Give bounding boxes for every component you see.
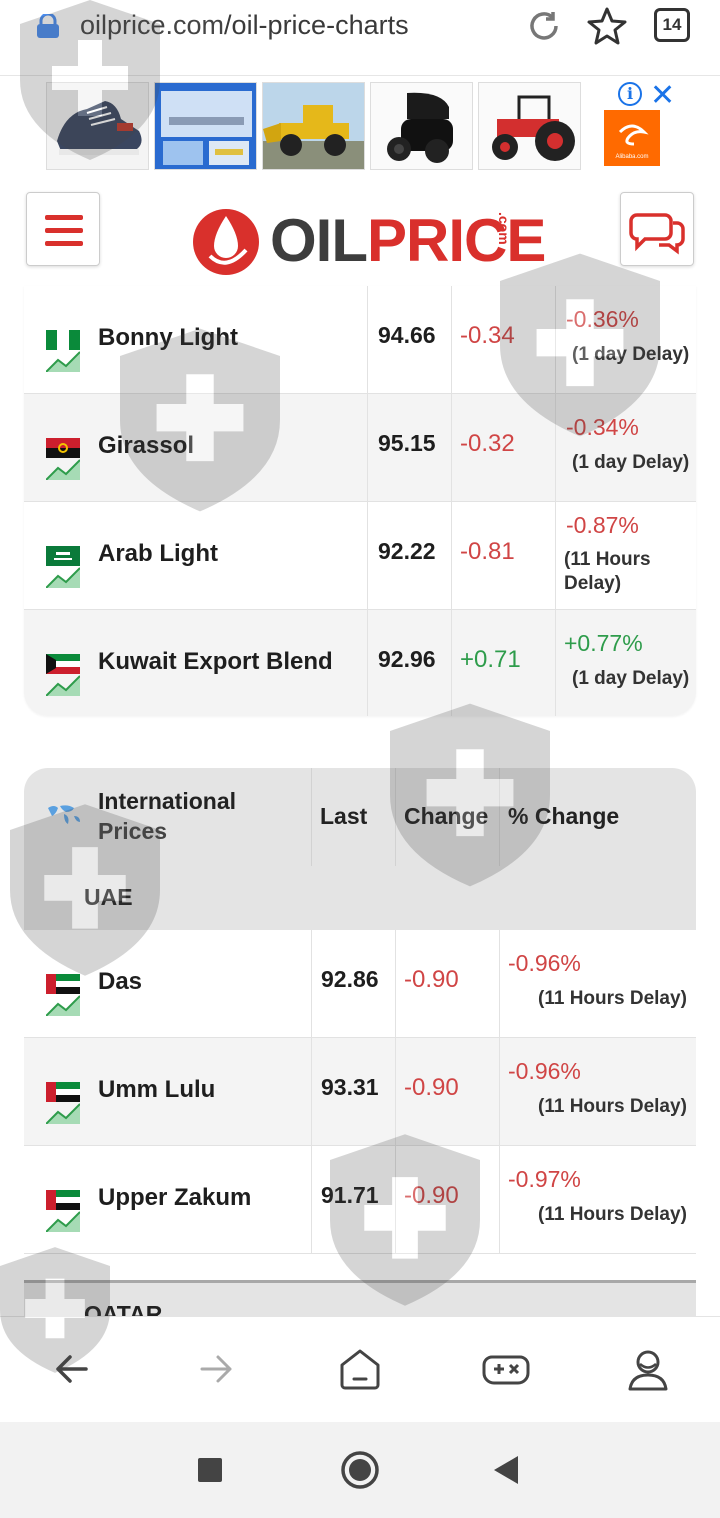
home-icon[interactable] — [338, 1347, 382, 1391]
ad-product-wheel-loader[interactable] — [262, 82, 365, 170]
ad-product-earbuds[interactable] — [370, 82, 473, 170]
sparkline-chart-icon[interactable] — [46, 670, 80, 696]
last-price: 92.96 — [378, 646, 436, 672]
percent-change: -0.36% — [566, 306, 639, 332]
ad-info-icon[interactable]: i — [618, 82, 642, 106]
url-text[interactable]: oilprice.com/oil-price-charts — [80, 10, 409, 41]
hamburger-menu-button[interactable] — [26, 192, 100, 266]
price-change: -0.90 — [404, 966, 459, 993]
price-change: -0.90 — [404, 1182, 459, 1209]
lock-icon — [37, 14, 59, 38]
price-change: -0.34 — [460, 322, 515, 349]
table-row[interactable]: Upper Zakum 91.71 -0.90 -0.97% (11 Hours… — [24, 1146, 696, 1254]
sparkline-chart-icon[interactable] — [46, 990, 80, 1016]
comments-button[interactable] — [620, 192, 694, 266]
international-prices-table: International Prices Last Change % Chang… — [24, 768, 696, 1316]
reload-icon[interactable] — [526, 8, 562, 44]
price-change: +0.71 — [460, 646, 521, 673]
back-triangle-icon[interactable] — [494, 1456, 518, 1484]
table-row[interactable]: Das 92.86 -0.90 -0.96% (11 Hours Delay) — [24, 930, 696, 1038]
column-header-pct-change[interactable]: % Change — [508, 803, 619, 830]
blend-name[interactable]: Girassol — [98, 432, 194, 460]
recents-square-icon[interactable] — [198, 1458, 222, 1482]
oil-drop-logo-icon — [193, 209, 259, 275]
svg-text:Alibaba.com: Alibaba.com — [615, 154, 648, 160]
forward-arrow-icon[interactable] — [194, 1347, 238, 1391]
bookmark-star-icon[interactable] — [586, 6, 628, 46]
last-price: 91.71 — [321, 1182, 379, 1208]
table-row[interactable]: Girassol 95.15 -0.32 -0.34% (1 day Delay… — [24, 394, 696, 502]
blend-name[interactable]: Arab Light — [98, 540, 218, 568]
percent-change: -0.97% — [508, 1166, 581, 1192]
tab-count-button[interactable]: 14 — [654, 8, 690, 42]
name-cell: Bonny Light — [24, 286, 368, 394]
blend-name[interactable]: Kuwait Export Blend — [98, 648, 333, 676]
price-change: -0.90 — [404, 1074, 459, 1101]
last-price: 92.86 — [321, 966, 379, 992]
ad-banner[interactable]: i ✕ Alibaba.com — [0, 76, 720, 180]
site-header: OILPRICE .com — [0, 180, 720, 286]
delay-note: (1 day Delay) — [572, 452, 690, 473]
crude-prices-table: Bonny Light 94.66 -0.34 -0.36% (1 day De… — [24, 286, 696, 716]
home-circle-icon[interactable] — [340, 1450, 380, 1490]
table-header: International Prices Last Change % Chang… — [24, 768, 696, 866]
sparkline-chart-icon[interactable] — [46, 346, 80, 372]
delay-note: (11 Hours Delay) — [564, 549, 651, 594]
delay-note: (11 Hours Delay) — [538, 988, 687, 1009]
browser-bottom-toolbar — [0, 1316, 720, 1422]
percent-change: -0.87% — [566, 512, 639, 538]
delay-note: (1 day Delay) — [572, 344, 690, 365]
price-change: -0.81 — [460, 538, 515, 565]
table-row[interactable]: Kuwait Export Blend 92.96 +0.71 +0.77% (… — [24, 610, 696, 716]
sparkline-chart-icon[interactable] — [46, 1206, 80, 1232]
blend-name[interactable]: Bonny Light — [98, 324, 238, 352]
back-arrow-icon[interactable] — [50, 1347, 94, 1391]
percent-change: -0.96% — [508, 1058, 581, 1084]
region-label: UAE — [84, 884, 133, 910]
address-bar[interactable]: oilprice.com/oil-price-charts 14 — [0, 0, 720, 76]
table-row[interactable]: Arab Light 92.22 -0.81 -0.87% (11 Hours … — [24, 502, 696, 610]
sparkline-chart-icon[interactable] — [46, 454, 80, 480]
region-label: QATAR — [84, 1301, 163, 1316]
last-price: 94.66 — [378, 322, 436, 348]
column-header-last[interactable]: Last — [320, 803, 367, 830]
ad-product-shoe[interactable] — [46, 82, 149, 170]
region-header-uae: UAE — [24, 866, 696, 930]
percent-change: -0.34% — [566, 414, 639, 440]
ad-close-icon[interactable]: ✕ — [650, 78, 675, 113]
table-title-line2: Prices — [98, 818, 168, 844]
blend-name[interactable]: Umm Lulu — [98, 1076, 215, 1104]
ad-product-tractor[interactable] — [478, 82, 581, 170]
ad-product-car-lift[interactable] — [154, 82, 257, 170]
price-change: -0.32 — [460, 430, 515, 457]
last-price: 95.15 — [378, 430, 436, 456]
delay-note: (11 Hours Delay) — [538, 1096, 687, 1117]
percent-change: -0.96% — [508, 950, 581, 976]
alibaba-logo[interactable]: Alibaba.com — [604, 110, 660, 166]
table-row[interactable]: Bonny Light 94.66 -0.34 -0.36% (1 day De… — [24, 286, 696, 394]
delay-note: (11 Hours Delay) — [538, 1204, 687, 1225]
delay-note: (1 day Delay) — [572, 668, 690, 689]
sparkline-chart-icon[interactable] — [46, 1098, 80, 1124]
system-navigation-bar — [0, 1422, 720, 1518]
chat-bubbles-icon — [629, 213, 685, 255]
table-row[interactable]: Umm Lulu 93.31 -0.90 -0.96% (11 Hours De… — [24, 1038, 696, 1146]
last-price: 93.31 — [321, 1074, 379, 1100]
game-controller-icon[interactable] — [482, 1347, 530, 1391]
last-price: 92.22 — [378, 538, 436, 564]
blend-name[interactable]: Upper Zakum — [98, 1184, 251, 1212]
blend-name[interactable]: Das — [98, 968, 142, 996]
column-header-change[interactable]: Change — [404, 803, 488, 830]
sparkline-chart-icon[interactable] — [46, 562, 80, 588]
profile-icon[interactable] — [626, 1347, 670, 1391]
region-header-qatar: QATAR — [24, 1280, 696, 1316]
percent-change: +0.77% — [564, 630, 643, 656]
table-title-line1: International — [98, 788, 237, 814]
world-map-icon — [48, 805, 80, 824]
